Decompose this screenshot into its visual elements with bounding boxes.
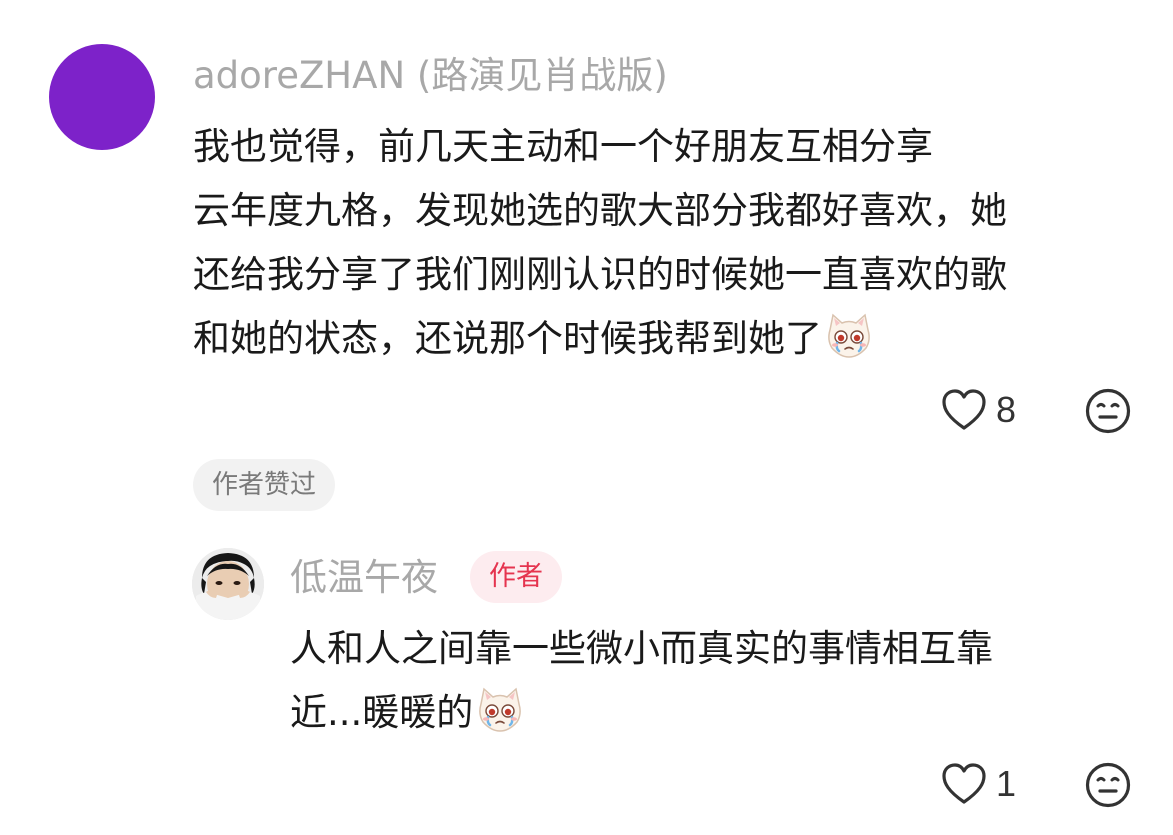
comment-line-last: 和她的状态，还说那个时候我帮到她了 [193, 307, 1123, 371]
heart-icon[interactable] [940, 762, 988, 806]
comment-username[interactable]: adoreZHAN (路演见肖战版) [193, 50, 668, 102]
dislike-icon[interactable] [1085, 388, 1131, 434]
heart-icon[interactable] [940, 388, 988, 432]
reply-line-text: 近...暖暖的 [290, 691, 474, 734]
user-avatar[interactable] [49, 44, 155, 150]
author-badge: 作者 [470, 551, 562, 603]
reply-like-button[interactable]: 1 [940, 762, 1016, 806]
reply-line: 人和人之间靠一些微小而真实的事情相互靠 [290, 627, 993, 670]
comment-like-count: 8 [996, 389, 1017, 430]
crying-cat-icon [475, 684, 525, 734]
reply-like-count: 1 [996, 763, 1017, 804]
comment-body: 我也觉得，前几天主动和一个好朋友互相分享 云年度九格，发现她选的歌大部分我都好喜… [193, 115, 1123, 371]
dislike-icon[interactable] [1085, 762, 1131, 808]
comment-like-button[interactable]: 8 [940, 388, 1016, 432]
reply-avatar[interactable] [192, 548, 264, 620]
reply-avatar-photo [192, 548, 264, 620]
author-liked-badge: 作者赞过 [193, 459, 336, 511]
reply-line-last: 近...暖暖的 [290, 681, 1150, 745]
comment-line: 我也觉得，前几天主动和一个好朋友互相分享 [193, 125, 933, 168]
comment-line: 还给我分享了我们刚刚认识的时候她一直喜欢的歌 [193, 253, 1007, 296]
reply-username[interactable]: 低温午夜 [290, 552, 438, 604]
reply-body: 人和人之间靠一些微小而真实的事情相互靠 近...暖暖的 [290, 617, 1150, 745]
comment-line: 云年度九格，发现她选的歌大部分我都好喜欢，她 [193, 189, 1007, 232]
crying-cat-icon [824, 310, 874, 360]
comment-line-text: 和她的状态，还说那个时候我帮到她了 [193, 317, 822, 360]
